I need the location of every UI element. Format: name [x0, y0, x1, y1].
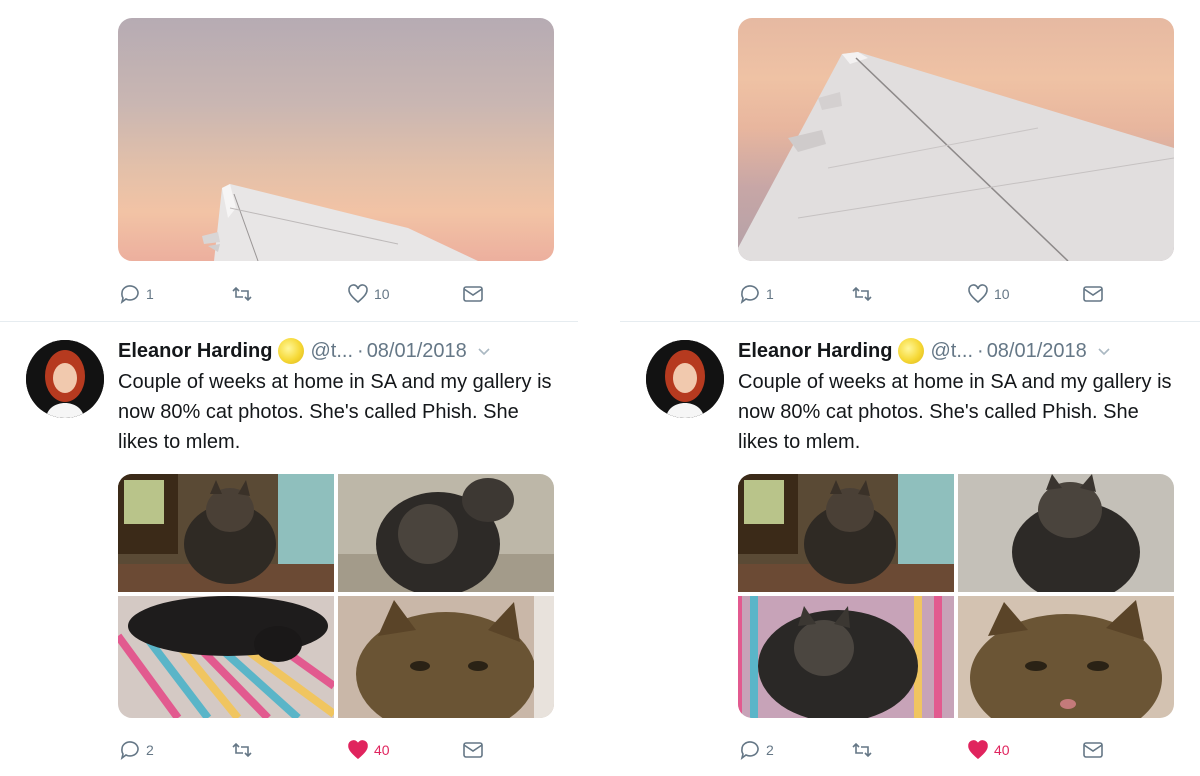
retweet-icon — [852, 286, 872, 302]
cat-photo-1[interactable] — [738, 474, 954, 592]
like-count: 10 — [374, 286, 390, 302]
chevron-down-icon[interactable] — [477, 344, 491, 358]
like-count: 40 — [374, 742, 390, 758]
cat-photo-4[interactable] — [338, 596, 554, 718]
cat-image — [118, 596, 334, 718]
author-name[interactable]: Eleanor Harding — [738, 340, 892, 363]
photo-grid — [118, 474, 554, 718]
cat-image — [738, 474, 954, 592]
verified-badge-icon — [278, 338, 305, 364]
tweet-date[interactable]: 08/01/2018 — [367, 340, 467, 363]
wing-photo[interactable] — [738, 18, 1174, 261]
avatar[interactable] — [26, 340, 104, 418]
like-button[interactable]: 10 — [966, 279, 1010, 309]
reply-count: 1 — [766, 286, 774, 302]
retweet-button[interactable] — [850, 735, 874, 765]
cat-photo-3[interactable] — [738, 596, 954, 718]
wing-photo[interactable] — [118, 18, 554, 261]
reply-button[interactable]: 1 — [738, 279, 774, 309]
reply-icon — [740, 285, 759, 304]
reply-icon — [740, 741, 759, 760]
separator: · — [357, 339, 364, 362]
like-button[interactable]: 40 — [346, 735, 390, 765]
dm-button[interactable] — [461, 279, 485, 309]
cat-image — [118, 474, 334, 592]
reply-button[interactable]: 2 — [118, 735, 154, 765]
like-count: 40 — [994, 742, 1010, 758]
heart-icon — [348, 740, 368, 760]
avatar-image — [646, 340, 724, 418]
wing-image — [202, 184, 478, 261]
verified-badge-icon — [898, 338, 925, 364]
avatar[interactable] — [646, 340, 724, 418]
reply-button[interactable]: 1 — [118, 279, 154, 309]
mail-icon — [1083, 742, 1103, 758]
reply-count: 2 — [146, 742, 154, 758]
dm-button[interactable] — [1081, 735, 1105, 765]
retweet-button[interactable] — [850, 279, 874, 309]
tweet-column-left: 1 10 Eleanor Harding @t... · 08/01/2018 … — [0, 0, 600, 776]
heart-icon — [968, 740, 988, 760]
tweet-actions-top: 1 10 — [738, 279, 1188, 309]
tweet-text: Couple of weeks at home in SA and my gal… — [738, 371, 1172, 453]
cat-photo-4[interactable] — [958, 596, 1174, 718]
avatar-image — [26, 340, 104, 418]
cat-image — [958, 474, 1174, 592]
heart-icon — [968, 284, 988, 304]
reply-count: 1 — [146, 286, 154, 302]
cat-photo-3[interactable] — [118, 596, 334, 718]
tweet-date[interactable]: 08/01/2018 — [987, 340, 1087, 363]
like-button[interactable]: 10 — [346, 279, 390, 309]
cat-image — [338, 474, 554, 592]
tweet-actions-top: 1 10 — [118, 279, 568, 309]
cat-image — [958, 596, 1174, 718]
cat-photo-1[interactable] — [118, 474, 334, 592]
retweet-icon — [852, 742, 872, 758]
mail-icon — [1083, 286, 1103, 302]
wing-image — [738, 52, 1174, 261]
like-button[interactable]: 40 — [966, 735, 1010, 765]
mail-icon — [463, 742, 483, 758]
cat-photo-2[interactable] — [338, 474, 554, 592]
photo-grid — [738, 474, 1174, 718]
mail-icon — [463, 286, 483, 302]
cat-image — [738, 596, 954, 718]
tweet-actions-bottom: 2 40 — [738, 735, 1188, 765]
tweet-divider — [0, 321, 578, 322]
retweet-icon — [232, 742, 252, 758]
reply-icon — [120, 741, 139, 760]
reply-count: 2 — [766, 742, 774, 758]
like-count: 10 — [994, 286, 1010, 302]
author-handle[interactable]: @t... — [930, 340, 973, 363]
dm-button[interactable] — [461, 735, 485, 765]
author-name[interactable]: Eleanor Harding — [118, 340, 272, 363]
tweet-divider — [620, 321, 1200, 322]
chevron-down-icon[interactable] — [1097, 344, 1111, 358]
dm-button[interactable] — [1081, 279, 1105, 309]
heart-icon — [348, 284, 368, 304]
tweet-column-right: 1 10 Eleanor Harding @t... · 08/01/2018 … — [620, 0, 1200, 776]
retweet-icon — [232, 286, 252, 302]
reply-button[interactable]: 2 — [738, 735, 774, 765]
cat-image — [338, 596, 554, 718]
tweet-header: Eleanor Harding @t... · 08/01/2018 — [738, 336, 1178, 366]
retweet-button[interactable] — [230, 279, 254, 309]
retweet-button[interactable] — [230, 735, 254, 765]
tweet-header: Eleanor Harding @t... · 08/01/2018 — [118, 336, 558, 366]
author-handle[interactable]: @t... — [310, 340, 353, 363]
cat-photo-2[interactable] — [958, 474, 1174, 592]
reply-icon — [120, 285, 139, 304]
tweet-text: Couple of weeks at home in SA and my gal… — [118, 371, 552, 453]
separator: · — [977, 339, 984, 362]
tweet-actions-bottom: 2 40 — [118, 735, 568, 765]
